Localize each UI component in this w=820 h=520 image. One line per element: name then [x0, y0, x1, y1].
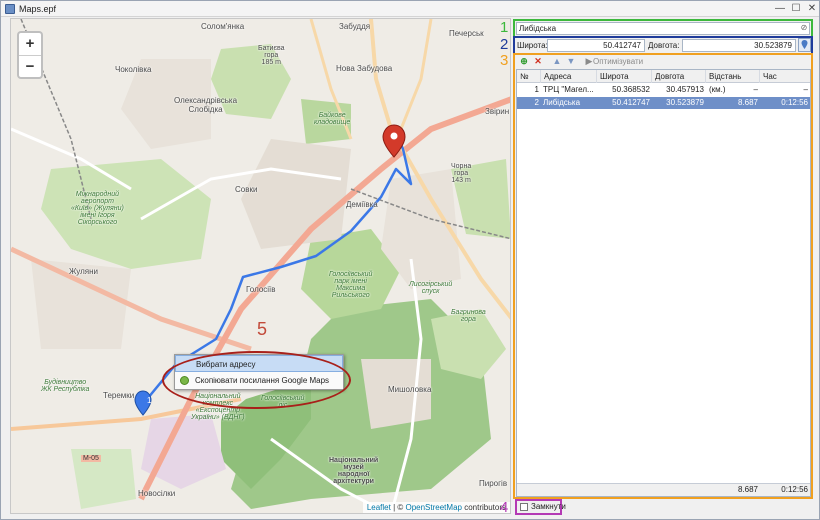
- menu-item-label: Скопіювати посилання Google Maps: [195, 376, 330, 385]
- table-row[interactable]: 1 ТРЦ "Магел... 50.368532 30.457913 – –: [517, 84, 810, 96]
- map-label: Чорна гора 143 m: [451, 163, 472, 184]
- checkbox-label: Замкнути: [531, 502, 566, 511]
- copy-google-maps-link-menu-item[interactable]: Скопіювати посилання Google Maps: [175, 372, 343, 389]
- row-longitude: 30.457913: [666, 85, 704, 94]
- zoom-out-button[interactable]: −: [19, 55, 41, 77]
- map-label: Голосіїв: [246, 285, 276, 294]
- locate-button[interactable]: [798, 38, 811, 52]
- map-label: Батиєва гора 185 m: [258, 45, 285, 66]
- column-header[interactable]: №: [517, 70, 541, 83]
- map-label: Печерськ: [449, 29, 484, 38]
- zoom-in-button[interactable]: +: [19, 33, 41, 55]
- table-row-selected[interactable]: 2 Либідська 50.412747 30.523879 8.687 0:…: [517, 97, 810, 109]
- column-header[interactable]: Широта: [597, 70, 652, 83]
- airport-area: [41, 159, 211, 269]
- app-window: Maps.epf — ☐ ✕ + − Солом'янка Забуддя Пе…: [0, 0, 820, 520]
- row-distance: –: [753, 85, 758, 94]
- row-number: 1: [534, 85, 539, 94]
- map-label: Теремки: [103, 391, 135, 400]
- road: [399, 19, 433, 130]
- select-address-menu-item[interactable]: Вибрати адресу: [175, 355, 343, 372]
- column-header[interactable]: Час: [760, 70, 810, 83]
- map-label: Міжнародний аеропорт «Київ» (Жуляни) іме…: [71, 191, 124, 226]
- move-down-icon[interactable]: ▼: [566, 56, 576, 66]
- row-number: 2: [534, 98, 539, 107]
- app-icon: [5, 4, 15, 14]
- row-distance: 8.687: [737, 98, 758, 107]
- route-toolbar: ⊕ ✕ ▲ ▼ ▶ Оптимізувати: [516, 55, 810, 68]
- optimize-button[interactable]: Оптимізувати: [593, 56, 643, 67]
- minimize-button[interactable]: —: [773, 2, 787, 15]
- delete-icon[interactable]: ✕: [533, 56, 543, 66]
- row-time: 0:12:56: [781, 98, 808, 107]
- table-header: № Адреса Широта Довгота Відстань (км.) Ч…: [517, 70, 810, 94]
- map-label: Жуляни: [69, 267, 99, 276]
- column-header[interactable]: Відстань (км.): [706, 70, 760, 94]
- zoom-control: + −: [17, 31, 43, 79]
- map-label: Чоколівка: [115, 65, 152, 74]
- total-distance: 8.687: [737, 485, 758, 494]
- map-label: Голосіївський ліс: [261, 395, 305, 409]
- map-context-menu: Вибрати адресу Скопіювати посилання Goog…: [174, 354, 344, 390]
- map-label: Лисогірський спуск: [409, 281, 453, 295]
- longitude-label: Довгота:: [648, 41, 680, 50]
- annotation-number: 1: [500, 19, 509, 36]
- road-shield: М-05: [81, 455, 101, 462]
- map-label: Забуддя: [339, 22, 371, 31]
- map-label: Національний комплекс «Експоцентр Україн…: [191, 393, 245, 421]
- checkbox-box[interactable]: [520, 503, 528, 511]
- annotation-number: 4: [500, 499, 509, 516]
- close-button[interactable]: ✕: [805, 2, 819, 15]
- demiivka-block: [241, 139, 351, 249]
- column-header[interactable]: Довгота: [652, 70, 706, 83]
- map-label: Солом'янка: [201, 22, 245, 31]
- map-label: Багринова гора: [451, 309, 486, 323]
- marker-dot: [390, 132, 398, 140]
- leaflet-link[interactable]: Leaflet: [367, 503, 391, 512]
- annotation-number: 5: [257, 319, 268, 339]
- osm-link[interactable]: OpenStreetMap: [405, 503, 461, 512]
- total-time: 0:12:56: [781, 485, 808, 494]
- pin-icon: [801, 40, 808, 49]
- column-header[interactable]: Адреса: [541, 70, 597, 83]
- map-label: Байкове кладовище: [314, 112, 351, 126]
- route-point-label: 1: [147, 396, 152, 405]
- map-label: Голосіївський парк імені Максима Рильськ…: [329, 271, 373, 299]
- map-label: Новосілки: [138, 489, 176, 498]
- row-latitude: 50.368532: [612, 85, 650, 94]
- map-attribution: Leaflet | © OpenStreetMap contributors: [362, 502, 510, 513]
- map-view[interactable]: + − Солом'янка Забуддя Печерськ Батиєва …: [10, 18, 511, 514]
- move-up-icon[interactable]: ▲: [552, 56, 562, 66]
- map-label: Будівництво ЖК Республіка: [41, 379, 90, 393]
- table-footer: 8.687 0:12:56: [517, 483, 810, 496]
- attribution-sep: | ©: [390, 503, 406, 512]
- map-label: Мишоловка: [388, 385, 432, 394]
- map-label: Пирогів: [479, 479, 508, 488]
- row-address: Либідська: [543, 98, 581, 107]
- annotation-number: 3: [500, 52, 509, 69]
- annotation-number: 2: [500, 36, 509, 53]
- address-search-input[interactable]: Либідська: [516, 22, 810, 35]
- map-label: Совки: [235, 185, 258, 194]
- map-label: Національний музей народної архітектури: [329, 457, 379, 485]
- row-time: –: [803, 85, 808, 94]
- route-points-table: № Адреса Широта Довгота Відстань (км.) Ч…: [516, 69, 811, 497]
- row-address: ТРЦ "Магел...: [543, 85, 594, 94]
- maximize-button[interactable]: ☐: [789, 2, 803, 15]
- row-longitude: 30.523879: [666, 98, 704, 107]
- latitude-field[interactable]: 50.412747: [547, 39, 645, 52]
- title-bar: Maps.epf — ☐ ✕: [1, 1, 819, 17]
- google-maps-icon: [180, 376, 189, 385]
- map-label: Звірин: [485, 107, 510, 116]
- myshelovka-block: [361, 359, 431, 429]
- latitude-label: Широта:: [517, 41, 548, 50]
- window-title: Maps.epf: [19, 4, 57, 14]
- map-label: Олександрівська Слобідка: [174, 96, 238, 114]
- row-latitude: 50.412747: [612, 98, 650, 107]
- clear-icon[interactable]: ⊘: [798, 22, 810, 35]
- add-icon[interactable]: ⊕: [519, 56, 529, 66]
- longitude-field[interactable]: 30.523879: [682, 39, 796, 52]
- map-label: Нова Забудова: [336, 64, 393, 73]
- map-label: Деміївка: [346, 200, 378, 209]
